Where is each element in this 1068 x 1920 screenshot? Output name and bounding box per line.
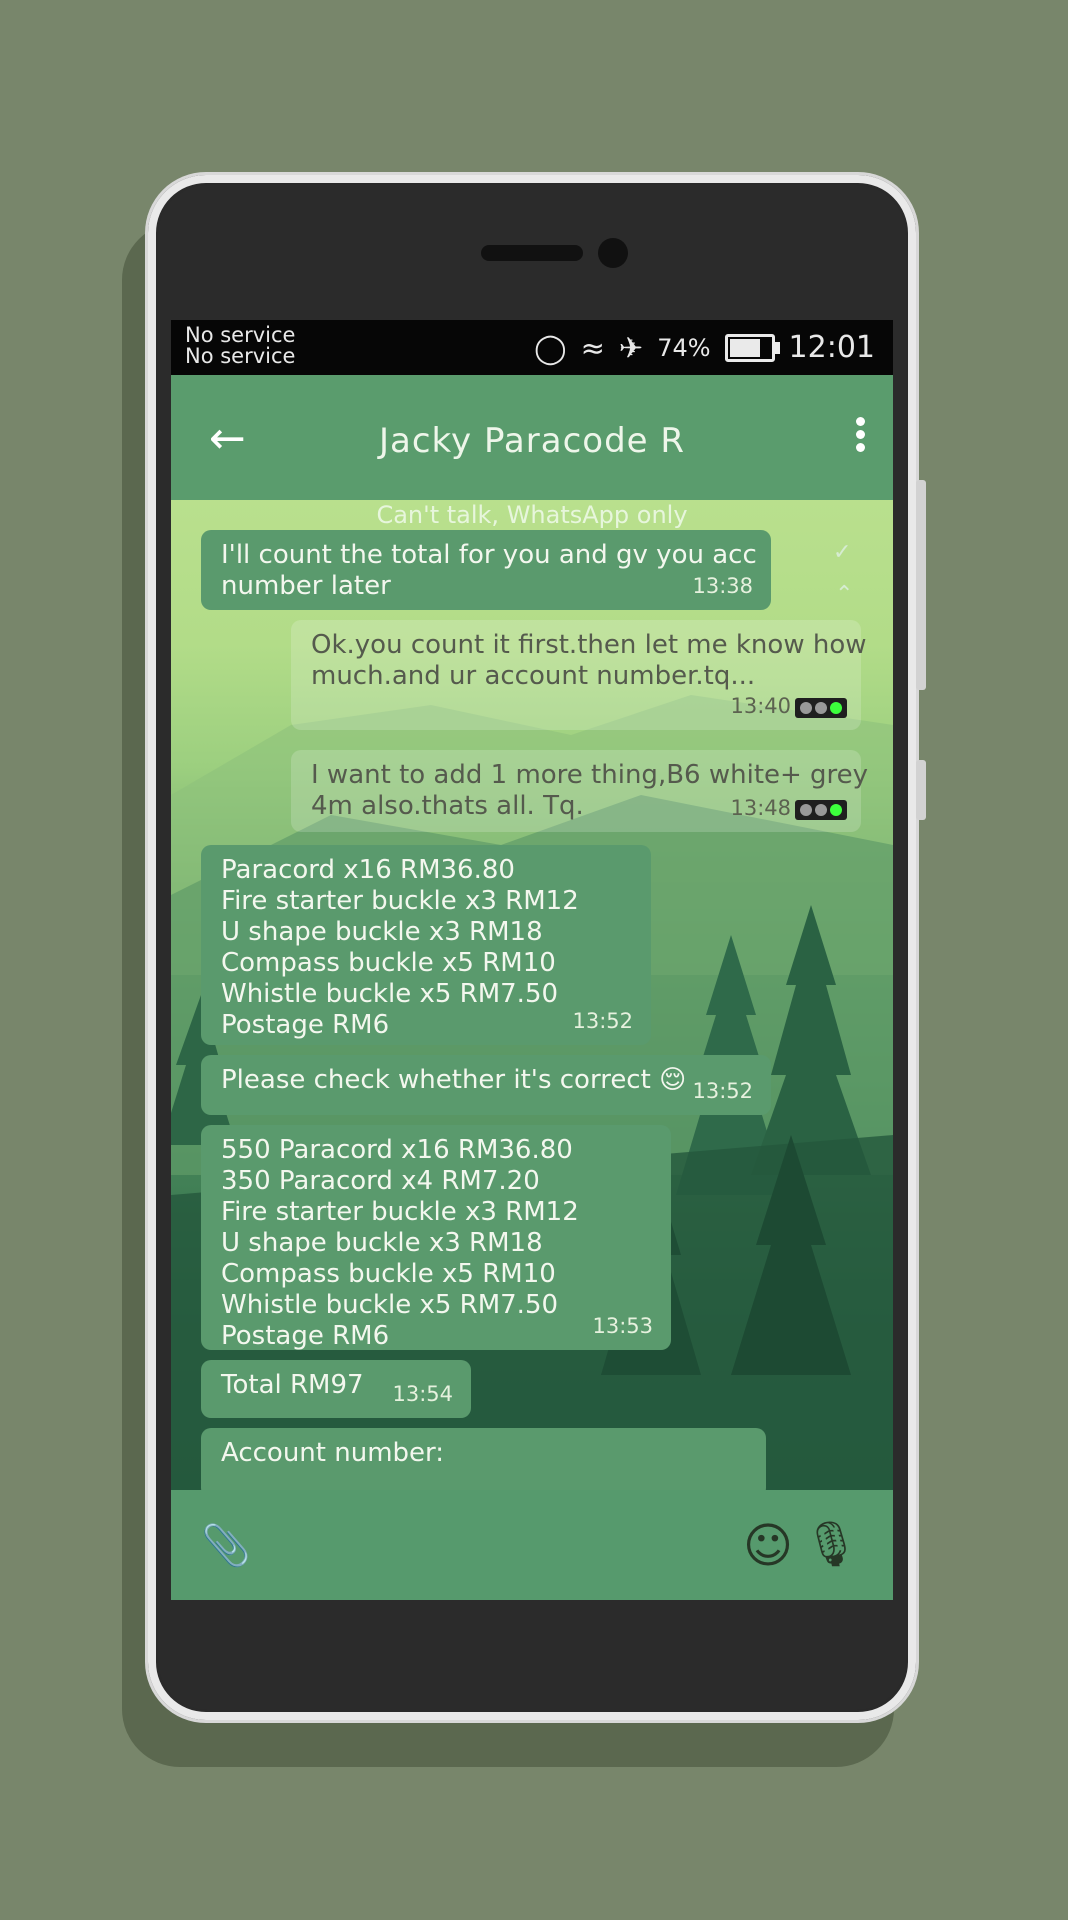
message-text-line: I want to add 1 more thing,B6 white+ gre… [311,760,869,790]
incoming-message[interactable]: I'll count the total for you and gv you … [201,530,771,610]
message-timestamp: 13:38 [692,574,753,598]
message-timestamp: 13:54 [392,1382,453,1406]
message-timestamp: 13:52 [572,1009,633,1033]
clock: 12:01 [788,330,875,365]
battery-icon [724,333,780,362]
vibrate-icon: ◯ [534,330,567,365]
service-line-2: No service [185,344,296,368]
incoming-message[interactable]: Paracord x16 RM36.80 Fire starter buckle … [201,845,651,1045]
front-camera [598,238,628,268]
message-text-line: Account number: [221,1438,445,1468]
message-text-line: Paracord x16 RM36.80 [221,855,515,885]
message-text-line: U shape buckle x3 RM18 [221,1228,543,1258]
wifi-icon: ≈ [580,330,605,365]
chat-title[interactable]: Jacky Paracode R [171,421,893,461]
incoming-message[interactable]: Total RM97 13:54 [201,1360,471,1418]
airplane-icon: ✈ [618,330,644,365]
message-text-line: Compass buckle x5 RM10 [221,1259,556,1289]
message-text-line: 550 Paracord x16 RM36.80 [221,1135,573,1165]
power-button [916,480,926,690]
message-text-line: Compass buckle x5 RM10 [221,948,556,978]
volume-button [916,760,926,820]
message-timestamp: 13:40 [730,694,791,718]
message-text-line: 350 Paracord x4 RM7.20 [221,1166,540,1196]
battery-percent: 74% [657,333,711,362]
earpiece-speaker [481,245,583,261]
message-text-line: Fire starter buckle x3 RM12 [221,886,579,916]
service-line-1: No service [185,323,296,347]
service-status: No service No service [185,325,295,367]
message-text-line: Whistle buckle x5 RM7.50 [221,979,559,1009]
read-mark-icon: ✓ [833,540,852,565]
paperclip-icon[interactable]: 📎 [201,1522,251,1569]
microphone-icon[interactable]: 🎙 [803,1518,859,1570]
message-text-line: Ok.you count it first.then let me know h… [311,630,867,660]
incoming-message[interactable]: Please check whether it's correct 😌 13:52 [201,1055,771,1115]
status-bar: No service No service ◯ ≈ ✈ 74% 12:01 [171,320,893,375]
message-text-line: much.and ur account number.tq... [311,661,756,691]
more-options-icon[interactable] [853,413,867,456]
message-text-line: Postage RM6 [221,1010,390,1040]
message-text-line: U shape buckle x3 RM18 [221,917,543,947]
delivery-status-icon [795,698,847,718]
incoming-message[interactable]: Account number: [201,1428,766,1498]
message-text-line: I'll count the total for you and gv you … [221,540,757,570]
message-input-bar[interactable]: 📎 ☺ 🎙 [171,1490,893,1600]
message-timestamp: 13:53 [592,1314,653,1338]
incoming-message[interactable]: 550 Paracord x16 RM36.80 350 Paracord x4 … [201,1125,671,1351]
screen: No service No service ◯ ≈ ✈ 74% 12:01 Ca… [171,320,893,1600]
message-text-line: Whistle buckle x5 RM7.50 [221,1290,559,1320]
outgoing-message[interactable]: Ok.you count it first.then let me know h… [291,620,867,730]
arrow-up-icon: ⌃ [835,582,854,607]
delivery-status-icon [795,800,847,820]
message-text-line: Postage RM6 [221,1321,390,1351]
message-timestamp: 13:48 [730,796,791,820]
message-text-line: Please check whether it's correct 😌 [221,1065,687,1095]
emoji-icon[interactable]: ☺ [743,1518,793,1574]
message-timestamp: 13:52 [692,1079,753,1103]
status-icons: ◯ ≈ ✈ 74% 12:01 [534,330,875,365]
message-text-line: number later [221,571,391,601]
message-text-line: Fire starter buckle x3 RM12 [221,1197,579,1227]
contact-status: Can't talk, WhatsApp only [376,501,688,529]
app-bar: ← Jacky Paracode R [171,375,893,500]
outgoing-message[interactable]: I want to add 1 more thing,B6 white+ gre… [291,750,869,832]
